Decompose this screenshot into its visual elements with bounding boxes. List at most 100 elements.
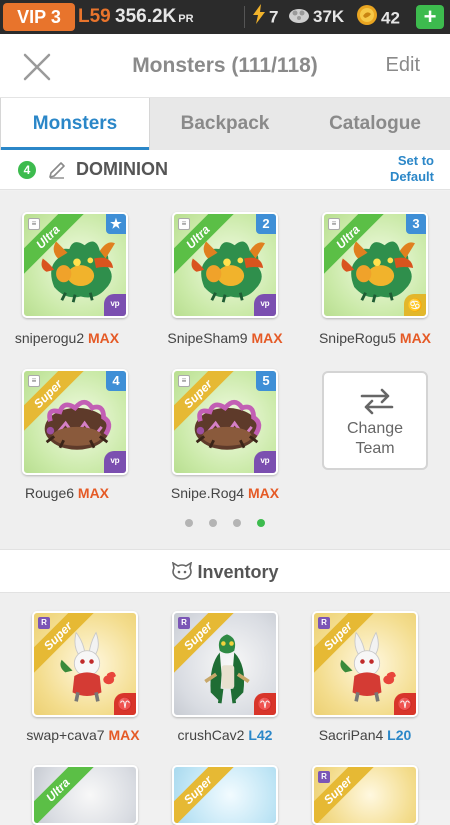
monster-face-icon (172, 561, 193, 580)
monster-name: Snipe.Rog4 (170, 485, 245, 501)
set-default-line1: Set to (397, 153, 434, 168)
monster-name-label: SnipeSham9 MAX (150, 330, 300, 346)
change-team-button[interactable]: Change Team (322, 371, 428, 470)
team-monster-card[interactable]: Ultra ≡ ★ ᵛᵖ (22, 212, 128, 318)
info-icon: ≡ (328, 218, 340, 230)
power-value: 356.2K (115, 6, 177, 27)
monster-level: MAX (399, 330, 432, 346)
lightning-icon (252, 4, 266, 32)
power-rating: 356.2K PR (115, 4, 194, 30)
element-icon: ᵛᵖ (104, 294, 126, 316)
monster-name: crushCav2 (177, 727, 245, 743)
gold-stat[interactable]: 42 (356, 4, 400, 30)
change-team-label: Change Team (324, 419, 426, 459)
inventory-monster-card[interactable]: Super R ♈ (172, 611, 278, 717)
monster-level: MAX (77, 485, 110, 501)
slot-number-badge: 5 (256, 371, 276, 391)
inventory-title: Inventory (0, 561, 450, 583)
tab-backpack[interactable]: Backpack (150, 98, 300, 150)
monster-level: MAX (108, 727, 140, 743)
element-icon: ♈ (114, 693, 136, 715)
monster-name-label: SacriPan4 L20 (290, 727, 440, 743)
element-icon: ♈ (254, 693, 276, 715)
slot-number-badge: 2 (256, 214, 276, 234)
status-bar: VIP 3 L59 356.2K PR 7 37K 42 + (0, 0, 450, 34)
food-icon (288, 5, 310, 31)
set-to-default-button[interactable]: Set to Default (390, 153, 434, 185)
monster-level: L42 (248, 727, 273, 743)
add-gold-button[interactable]: + (416, 5, 444, 29)
element-icon: ᵛᵖ (254, 451, 276, 473)
energy-value: 7 (269, 7, 279, 27)
monster-level: L20 (387, 727, 412, 743)
monster-name-label: swap+cava7 MAX (8, 727, 158, 743)
monster-level: MAX (88, 330, 120, 346)
info-icon: ≡ (28, 375, 40, 387)
team-bar: 4 DOMINION Set to Default (0, 150, 450, 190)
monster-name: SnipeRogu5 (318, 330, 397, 346)
monster-name: Rouge6 (24, 485, 75, 501)
header: Monsters (111/118) Edit (0, 34, 450, 98)
element-icon: ♋ (404, 294, 426, 316)
element-icon: ♈ (394, 693, 416, 715)
rarity-ribbon: Super (174, 767, 240, 823)
rank-badge: R (318, 771, 330, 783)
team-number-badge: 4 (18, 161, 36, 179)
element-icon: ᵛᵖ (254, 294, 276, 316)
monster-name: SacriPan4 (318, 727, 384, 743)
monster-level: MAX (251, 330, 283, 346)
monster-name: swap+cava7 (26, 727, 105, 743)
monster-name: sniperogu2 (14, 330, 85, 346)
leader-star-badge: ★ (106, 214, 126, 234)
monster-name-label: sniperogu2 MAX (0, 330, 142, 346)
vip-badge[interactable]: VIP 3 (3, 3, 75, 31)
team-monster-card[interactable]: Ultra ≡ 2 ᵛᵖ (172, 212, 278, 318)
energy-stat[interactable]: 7 (252, 4, 278, 30)
divider (244, 6, 245, 28)
slot-number-badge: 3 (406, 214, 426, 234)
swap-arrows-icon (360, 388, 394, 415)
tab-catalogue[interactable]: Catalogue (300, 98, 450, 150)
inventory-header: Inventory (0, 549, 450, 593)
gold-value: 42 (381, 8, 400, 28)
page-dot[interactable] (233, 519, 241, 527)
inventory-monster-card[interactable]: Super (172, 765, 278, 825)
rarity-ribbon: Ultra (34, 767, 100, 823)
player-level: L59 (78, 6, 111, 27)
tab-bar: Monsters Backpack Catalogue (0, 98, 450, 150)
gold-coin-icon (356, 4, 378, 34)
monster-name-label: Rouge6 MAX (0, 485, 142, 501)
inventory-monster-card[interactable]: Ultra (32, 765, 138, 825)
rank-badge: R (38, 617, 50, 629)
page-dot-active[interactable] (257, 519, 265, 527)
power-suffix: PR (178, 13, 194, 25)
change-team-line1: Change (346, 420, 404, 437)
set-default-line2: Default (389, 169, 434, 184)
team-monster-card[interactable]: Super ≡ 5 ᵛᵖ (172, 369, 278, 475)
team-monster-card[interactable]: Super ≡ 4 ᵛᵖ (22, 369, 128, 475)
inventory-monster-card[interactable]: Super R ♈ (32, 611, 138, 717)
page-dot[interactable] (185, 519, 193, 527)
pencil-icon[interactable] (47, 160, 67, 180)
inventory-monster-card[interactable]: Super R ♈ (312, 611, 418, 717)
food-stat[interactable]: 37K (288, 4, 344, 30)
info-icon: ≡ (178, 218, 190, 230)
monster-name-label: crushCav2 L42 (150, 727, 300, 743)
team-monster-card[interactable]: Ultra ≡ 3 ♋ (322, 212, 428, 318)
page-title: Monsters (111/118) (132, 54, 318, 77)
team-name[interactable]: DOMINION (76, 159, 168, 180)
monster-name-label: Snipe.Rog4 MAX (150, 485, 300, 501)
rank-badge: R (318, 617, 330, 629)
monster-level: MAX (247, 485, 280, 501)
element-icon: ᵛᵖ (104, 451, 126, 473)
inventory-monster-card[interactable]: R Super (312, 765, 418, 825)
food-value: 37K (313, 7, 345, 26)
slot-number-badge: 4 (106, 371, 126, 391)
tab-monsters[interactable]: Monsters (0, 98, 150, 150)
monster-name-label: SnipeRogu5 MAX (300, 330, 450, 346)
info-icon: ≡ (28, 218, 40, 230)
edit-button[interactable]: Edit (386, 54, 420, 77)
monster-name: SnipeSham9 (167, 330, 248, 346)
change-team-line2: Team (355, 440, 395, 457)
page-dot[interactable] (209, 519, 217, 527)
